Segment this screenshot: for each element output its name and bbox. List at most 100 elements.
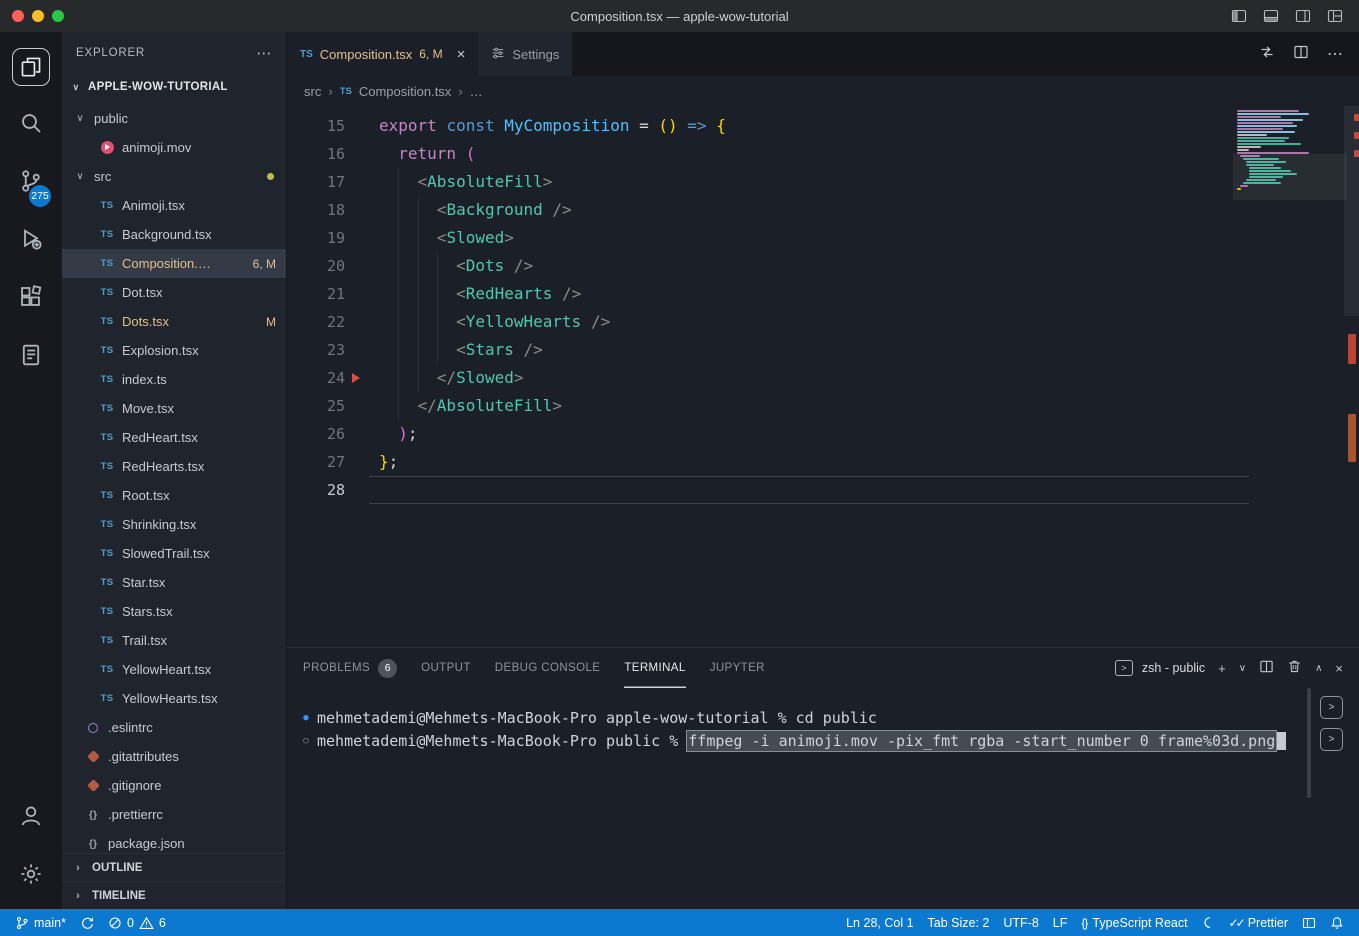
tree-item[interactable]: animoji.mov bbox=[62, 133, 286, 162]
status-bar: main* 0 6 Ln 28, Col 1 Tab Size: 2 bbox=[0, 909, 1359, 936]
problems-indicator[interactable]: 0 6 bbox=[101, 909, 173, 936]
tree-item[interactable]: TSSlowedTrail.tsx bbox=[62, 539, 286, 568]
overview-ruler[interactable] bbox=[1344, 106, 1359, 647]
panel-tab-output[interactable]: OUTPUT bbox=[421, 648, 471, 688]
tree-item[interactable]: TSRedHearts.tsx bbox=[62, 452, 286, 481]
notebook-view-button[interactable] bbox=[3, 328, 59, 386]
gear-icon bbox=[19, 862, 43, 891]
close-panel-icon[interactable]: × bbox=[1335, 661, 1343, 676]
run-debug-view-button[interactable] bbox=[3, 212, 59, 270]
search-view-button[interactable] bbox=[3, 96, 59, 154]
command-decoration-icon[interactable]: ○ bbox=[300, 736, 312, 746]
tree-item[interactable]: ∨src bbox=[62, 162, 286, 191]
tab-settings[interactable]: Settings bbox=[478, 32, 573, 76]
panel-tab-debug-console[interactable]: DEBUG CONSOLE bbox=[495, 648, 601, 688]
accounts-button[interactable] bbox=[3, 789, 59, 847]
close-window-button[interactable] bbox=[12, 10, 24, 22]
language-mode[interactable]: {} TypeScript React bbox=[1074, 916, 1194, 930]
tree-item[interactable]: TSTrail.tsx bbox=[62, 626, 286, 655]
close-icon[interactable]: × bbox=[457, 46, 466, 63]
open-changes-icon[interactable] bbox=[1259, 44, 1275, 65]
indent-guide bbox=[379, 336, 398, 364]
command-decoration-icon[interactable]: ● bbox=[300, 713, 312, 723]
manage-button[interactable] bbox=[3, 847, 59, 905]
panel-tab-terminal[interactable]: TERMINAL bbox=[624, 648, 685, 688]
spinner-indicator[interactable] bbox=[1195, 916, 1222, 929]
tree-item[interactable]: {}.prettierrc bbox=[62, 800, 286, 829]
split-terminal-icon[interactable] bbox=[1259, 659, 1274, 677]
notifications-button[interactable] bbox=[1323, 916, 1351, 930]
sync-button[interactable] bbox=[73, 909, 101, 936]
tree-item[interactable]: TSStars.tsx bbox=[62, 597, 286, 626]
toggle-primary-sidebar-icon[interactable] bbox=[1231, 8, 1247, 24]
formatter-indicator[interactable]: ✓✓ Prettier bbox=[1222, 916, 1295, 930]
line-number: 28 bbox=[287, 476, 345, 504]
terminal-instance-item[interactable]: > bbox=[1320, 728, 1343, 751]
branch-indicator[interactable]: main* bbox=[8, 909, 73, 936]
new-terminal-icon[interactable]: + bbox=[1218, 661, 1226, 676]
more-actions-icon[interactable]: ⋯ bbox=[256, 44, 272, 62]
tree-item[interactable]: TSBackground.tsx bbox=[62, 220, 286, 249]
kill-terminal-icon[interactable] bbox=[1287, 659, 1302, 677]
encoding-setting[interactable]: UTF-8 bbox=[996, 916, 1045, 930]
tree-item[interactable]: TSDots.tsxM bbox=[62, 307, 286, 336]
panel-tab-problems[interactable]: PROBLEMS6 bbox=[303, 648, 397, 688]
tree-item[interactable]: .gitattributes bbox=[62, 742, 286, 771]
terminal-view[interactable]: ●mehmetademi@Mehmets-MacBook-Pro apple-w… bbox=[287, 688, 1359, 909]
editor-layout-button[interactable] bbox=[1295, 916, 1323, 930]
more-actions-icon[interactable]: ⋯ bbox=[1327, 44, 1343, 64]
tree-item[interactable]: TSAnimoji.tsx bbox=[62, 191, 286, 220]
extensions-view-button[interactable] bbox=[3, 270, 59, 328]
zoom-window-button[interactable] bbox=[52, 10, 64, 22]
tree-item[interactable]: .gitignore bbox=[62, 771, 286, 800]
tree-item[interactable]: TSRedHeart.tsx bbox=[62, 423, 286, 452]
line-number: 24 bbox=[287, 364, 345, 392]
explorer-view-button[interactable] bbox=[3, 38, 59, 96]
customize-layout-icon[interactable] bbox=[1327, 8, 1343, 24]
tree-item[interactable]: ∨public bbox=[62, 104, 286, 133]
minimap-line bbox=[1237, 137, 1289, 139]
toggle-secondary-sidebar-icon[interactable] bbox=[1295, 8, 1311, 24]
terminal-shell-selector[interactable]: zsh - public bbox=[1142, 661, 1205, 675]
cursor-position[interactable]: Ln 28, Col 1 bbox=[839, 916, 920, 930]
tree-item[interactable]: TSStar.tsx bbox=[62, 568, 286, 597]
minimap[interactable] bbox=[1237, 110, 1343, 194]
typescript-icon: TS bbox=[98, 664, 116, 675]
chevron-right-icon: › bbox=[328, 84, 332, 99]
panel-tab-jupyter[interactable]: JUPYTER bbox=[710, 648, 765, 688]
tree-item[interactable]: TSExplosion.tsx bbox=[62, 336, 286, 365]
tree-item[interactable]: TSYellowHearts.tsx bbox=[62, 684, 286, 713]
tree-item[interactable]: TSindex.ts bbox=[62, 365, 286, 394]
chevron-down-icon[interactable]: ∨ bbox=[1239, 663, 1246, 674]
explorer-sidebar: EXPLORER ⋯ ∨ APPLE-WOW-TUTORIAL ∨publica… bbox=[62, 32, 287, 909]
maximize-panel-icon[interactable]: ∧ bbox=[1315, 663, 1322, 674]
breadcrumb-symbol[interactable]: … bbox=[470, 84, 483, 99]
terminal-instance-item[interactable]: > bbox=[1320, 696, 1343, 719]
breadcrumb-file[interactable]: Composition.tsx bbox=[359, 84, 451, 99]
minimap-viewport[interactable] bbox=[1233, 154, 1347, 200]
tree-item[interactable]: {}package.json bbox=[62, 829, 286, 853]
outline-section-header[interactable]: › OUTLINE bbox=[62, 853, 286, 881]
eol-setting[interactable]: LF bbox=[1046, 916, 1075, 930]
tree-item[interactable]: TSComposition.tsx6, M bbox=[62, 249, 286, 278]
terminal-scrollbar[interactable] bbox=[1307, 688, 1311, 798]
tree-item[interactable]: TSYellowHeart.tsx bbox=[62, 655, 286, 684]
indent-guide bbox=[418, 196, 437, 224]
tree-item[interactable]: TSMove.tsx bbox=[62, 394, 286, 423]
tree-item[interactable]: .eslintrc bbox=[62, 713, 286, 742]
tree-item[interactable]: TSShrinking.tsx bbox=[62, 510, 286, 539]
tab-composition[interactable]: TS Composition.tsx 6, M × bbox=[287, 32, 478, 76]
code-editor[interactable]: 15export const MyComposition = () => {16… bbox=[287, 106, 1359, 647]
timeline-section-header[interactable]: › TIMELINE bbox=[62, 881, 286, 909]
tree-item[interactable]: TSDot.tsx bbox=[62, 278, 286, 307]
source-control-view-button[interactable]: 275 bbox=[3, 154, 59, 212]
warnings-icon bbox=[139, 916, 154, 930]
tree-item[interactable]: TSRoot.tsx bbox=[62, 481, 286, 510]
minimap-line bbox=[1237, 113, 1309, 115]
indentation-setting[interactable]: Tab Size: 2 bbox=[921, 916, 997, 930]
minimize-window-button[interactable] bbox=[32, 10, 44, 22]
breadcrumb-folder[interactable]: src bbox=[304, 84, 321, 99]
toggle-panel-icon[interactable] bbox=[1263, 8, 1279, 24]
project-root-row[interactable]: ∨ APPLE-WOW-TUTORIAL bbox=[62, 74, 286, 100]
split-editor-icon[interactable] bbox=[1293, 44, 1309, 65]
